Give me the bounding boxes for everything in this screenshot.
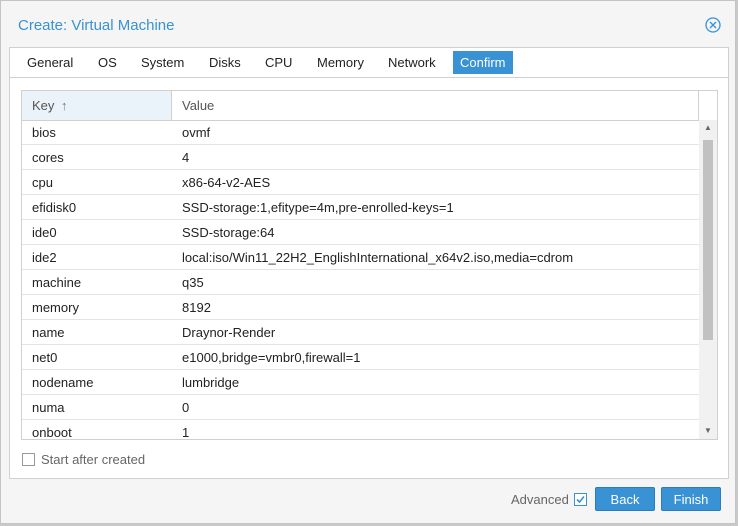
tab-network[interactable]: Network [381,51,443,74]
finish-button[interactable]: Finish [661,487,721,511]
row-key: net0 [32,350,58,365]
table-row[interactable]: cpu x86-64-v2-AES [22,170,700,195]
row-key: onboot [32,425,72,439]
table-row[interactable]: net0 e1000,bridge=vmbr0,firewall=1 [22,345,700,370]
tab-confirm[interactable]: Confirm [453,51,513,74]
row-key: cpu [32,175,53,190]
row-value: 8192 [182,300,211,315]
arrow-up-icon: ↑ [61,98,68,113]
tab-system[interactable]: System [134,51,191,74]
row-key: ide2 [32,250,57,265]
tab-disks[interactable]: Disks [202,51,248,74]
row-value: q35 [182,275,204,290]
tab-general[interactable]: General [20,51,80,74]
back-button[interactable]: Back [595,487,655,511]
grid-header: Key ↑ Value [22,91,717,121]
row-key: numa [32,400,65,415]
scroll-down-icon[interactable]: ▼ [699,423,717,439]
row-value: SSD-storage:1,efitype=4m,pre-enrolled-ke… [182,200,454,215]
row-value: Draynor-Render [182,325,276,340]
row-key: bios [32,125,56,140]
tab-os[interactable]: OS [91,51,124,74]
row-value: e1000,bridge=vmbr0,firewall=1 [182,350,361,365]
close-icon[interactable] [705,17,721,33]
table-row[interactable]: name Draynor-Render [22,320,700,345]
column-header-value[interactable]: Value [172,91,699,120]
table-row[interactable]: ide0 SSD-storage:64 [22,220,700,245]
create-vm-dialog: Create: Virtual Machine General OS Syste… [0,0,736,524]
dialog-title: Create: Virtual Machine [18,17,175,34]
checkbox-icon[interactable] [22,453,35,466]
dialog-footer: Advanced Back Finish [1,479,735,525]
dialog-titlebar: Create: Virtual Machine [1,1,735,47]
row-key: machine [32,275,82,290]
scrollbar-thumb[interactable] [703,140,713,340]
table-row[interactable]: nodename lumbridge [22,370,700,395]
row-key: name [32,325,65,340]
row-value: local:iso/Win11_22H2_EnglishInternationa… [182,250,574,265]
table-row[interactable]: cores 4 [22,145,700,170]
row-value: ovmf [182,125,211,140]
tab-bar: General OS System Disks CPU Memory Netwo… [10,48,728,78]
table-row[interactable]: efidisk0 SSD-storage:1,efitype=4m,pre-enr… [22,195,700,220]
row-value: x86-64-v2-AES [182,175,271,190]
tab-cpu[interactable]: CPU [258,51,299,74]
table-row[interactable]: ide2 local:iso/Win11_22H2_EnglishInternat… [22,245,700,270]
row-value: 0 [182,400,190,415]
column-header-key-label: Key [32,98,55,113]
dialog-body: General OS System Disks CPU Memory Netwo… [9,47,729,479]
table-row[interactable]: numa 0 [22,395,700,420]
confirm-grid: Key ↑ Value bios ovmf cores 4 cpu x86-64-v2… [21,90,718,440]
row-value: SSD-storage:64 [182,225,275,240]
row-key: nodename [32,375,94,390]
advanced-checkbox[interactable] [574,493,587,506]
advanced-label: Advanced [511,492,569,507]
checkmark-icon [576,495,585,504]
row-key: cores [32,150,64,165]
row-key: efidisk0 [32,200,77,215]
row-value: lumbridge [182,375,240,390]
start-after-created-checkbox[interactable]: Start after created [22,452,145,468]
table-row[interactable]: machine q35 [22,270,700,295]
scroll-up-icon[interactable]: ▲ [699,120,717,136]
start-after-created-label: Start after created [41,452,146,467]
row-value: 4 [182,150,190,165]
table-row[interactable]: memory 8192 [22,295,700,320]
row-key: ide0 [32,225,57,240]
row-value: 1 [182,425,190,439]
table-row[interactable]: bios ovmf [22,120,700,145]
tab-memory[interactable]: Memory [310,51,371,74]
row-key: memory [32,300,79,315]
vertical-scrollbar[interactable]: ▲ ▼ [699,120,717,439]
table-row[interactable]: onboot 1 [22,420,700,439]
column-header-key[interactable]: Key ↑ [22,91,172,120]
grid-rows: bios ovmf cores 4 cpu x86-64-v2-AES efidisk… [22,120,700,439]
